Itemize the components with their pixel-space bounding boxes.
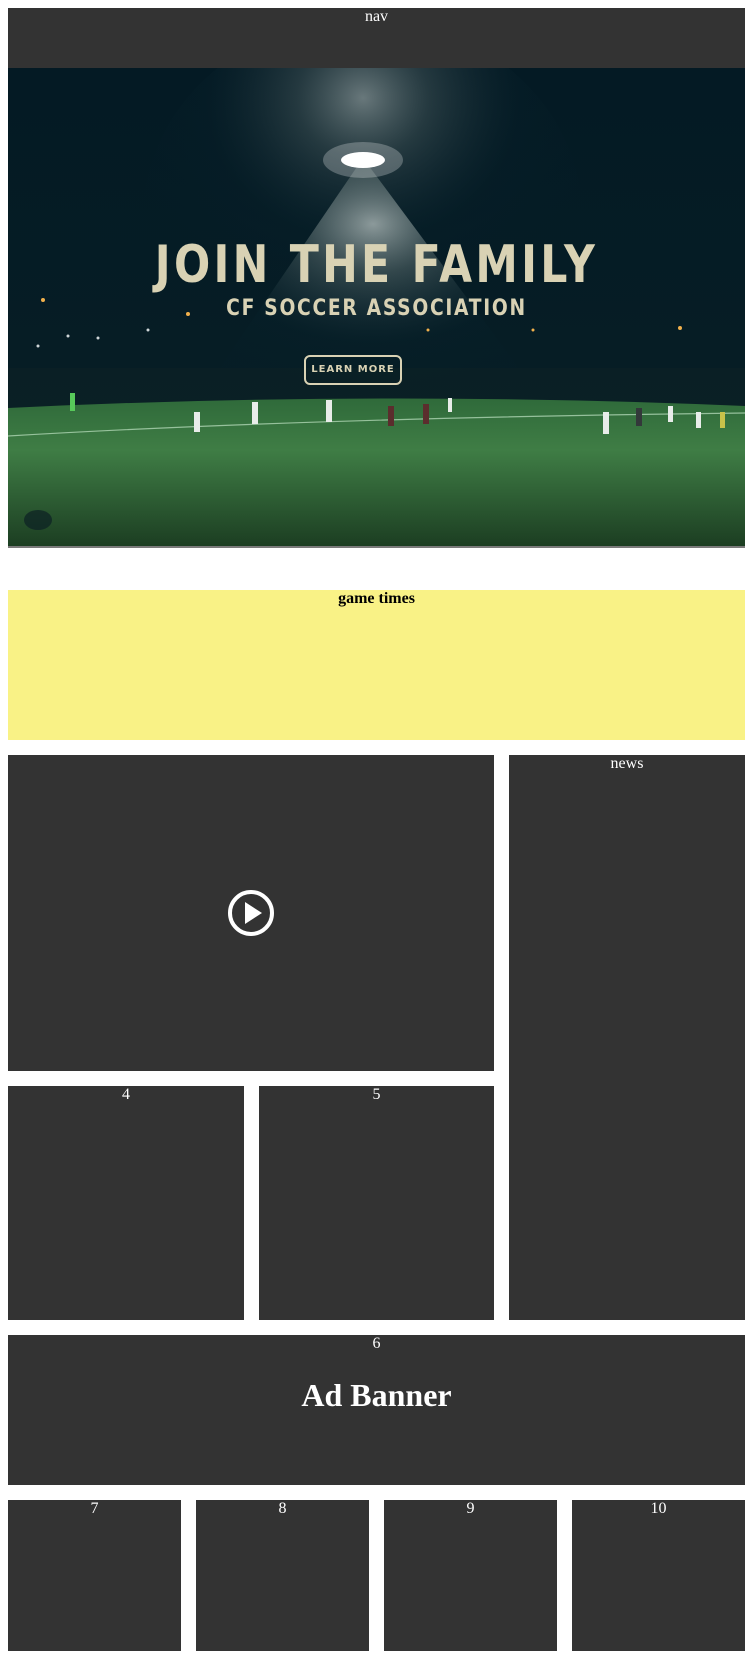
box-7-label: 7 bbox=[90, 1500, 99, 1517]
box-4: 4 bbox=[8, 1086, 244, 1320]
ad-banner-title: Ad Banner bbox=[301, 1377, 452, 1413]
news-label: news bbox=[610, 755, 644, 772]
box-6-label: 6 bbox=[372, 1335, 381, 1352]
nav-label: nav bbox=[364, 8, 389, 25]
learn-more-button[interactable]: LEARN MORE bbox=[304, 355, 402, 385]
box-8: 8 bbox=[196, 1500, 369, 1651]
video-panel bbox=[8, 755, 494, 1071]
box-7: 7 bbox=[8, 1500, 181, 1651]
box-10-label: 10 bbox=[650, 1500, 667, 1517]
hero-subheadline: CF SOCCER ASSOCIATION bbox=[226, 296, 527, 321]
game-times-label: game times bbox=[338, 590, 415, 607]
box-9: 9 bbox=[384, 1500, 557, 1651]
box-8-label: 8 bbox=[278, 1500, 287, 1517]
box-9-label: 9 bbox=[466, 1500, 475, 1517]
news-panel: news bbox=[509, 755, 745, 1320]
hero-banner: JOIN THE FAMILY CF SOCCER ASSOCIATION LE… bbox=[8, 68, 745, 548]
game-times-panel: game times bbox=[8, 590, 745, 740]
box-4-label: 4 bbox=[122, 1086, 130, 1103]
play-circle-icon[interactable] bbox=[226, 888, 276, 938]
ad-banner[interactable]: 6 Ad Banner bbox=[8, 1335, 745, 1485]
box-5-label: 5 bbox=[372, 1086, 381, 1103]
nav-bar: nav bbox=[8, 8, 745, 68]
box-10: 10 bbox=[572, 1500, 745, 1651]
hero-headline: JOIN THE FAMILY bbox=[154, 235, 599, 295]
box-5: 5 bbox=[259, 1086, 494, 1320]
